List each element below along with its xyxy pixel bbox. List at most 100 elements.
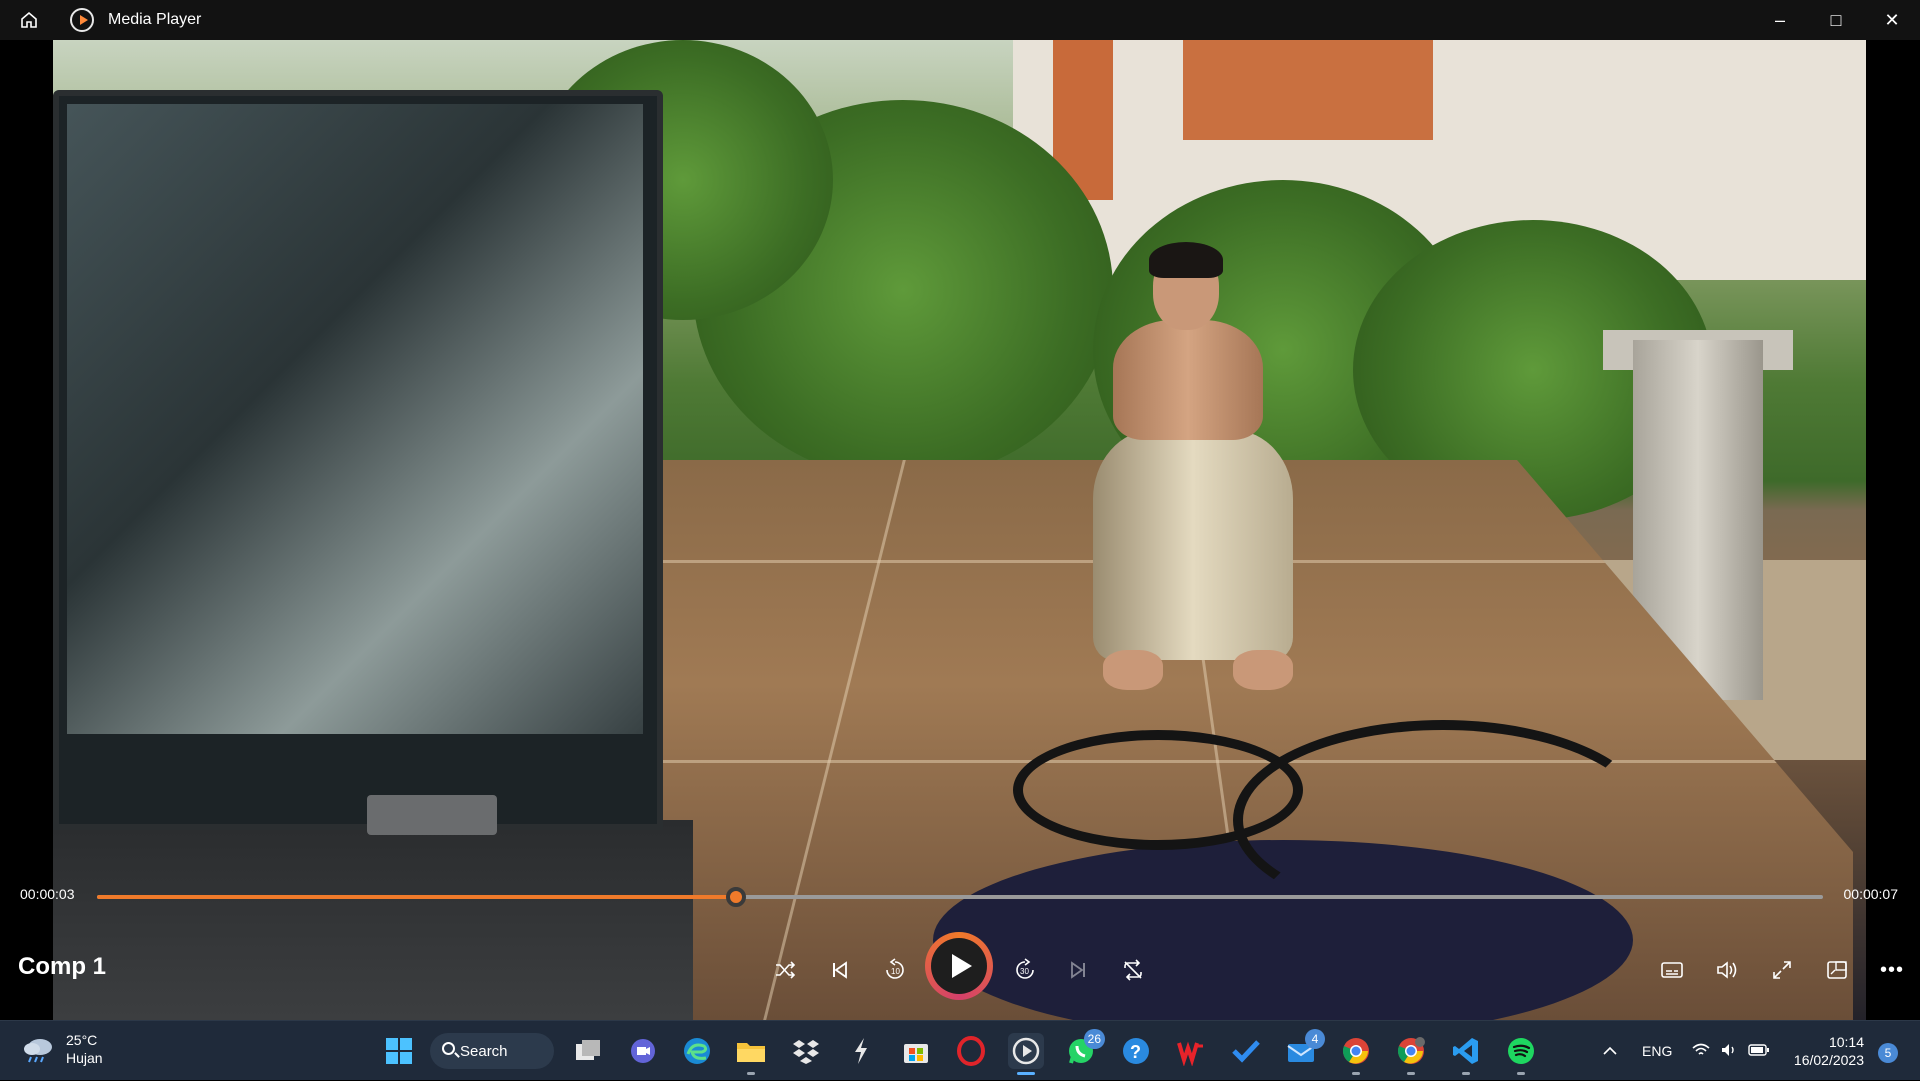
lightning-icon	[855, 1038, 867, 1064]
more-options-button[interactable]: •••	[1872, 950, 1912, 990]
video-laptop-screen	[67, 104, 643, 734]
taskbar-clock[interactable]: 10:14 16/02/2023	[1794, 1033, 1864, 1069]
dropbox-icon	[793, 1040, 819, 1064]
taskbar-app-edge[interactable]	[679, 1033, 715, 1069]
taskbar: 25°C Hujan Search 26 ? 4 ENG 10:14 16/02…	[0, 1020, 1920, 1080]
meet-icon	[631, 1039, 655, 1063]
taskbar-app-chrome[interactable]	[1338, 1033, 1374, 1075]
rewind-10-icon: 10	[886, 958, 904, 979]
repeat-button[interactable]	[1113, 950, 1153, 990]
notification-badge[interactable]: 5	[1878, 1043, 1898, 1063]
captions-button[interactable]	[1652, 950, 1692, 990]
whatsapp-badge: 26	[1083, 1029, 1105, 1049]
seek-bar-thumb[interactable]	[725, 887, 746, 907]
mini-player-button[interactable]	[1817, 950, 1857, 990]
title-bar: Media Player – □ ✕	[0, 0, 1920, 40]
shuffle-button[interactable]	[765, 950, 805, 990]
running-indicator	[747, 1072, 755, 1075]
folder-icon	[737, 1043, 765, 1062]
shuffle-icon	[776, 961, 796, 979]
fullscreen-button[interactable]	[1762, 950, 1802, 990]
system-tray: ENG	[1598, 1021, 1770, 1081]
next-button[interactable]	[1058, 950, 1098, 990]
minimize-button[interactable]: –	[1752, 0, 1808, 40]
play-icon	[951, 954, 972, 978]
taskbar-app-mail[interactable]: 4	[1283, 1029, 1325, 1069]
start-button[interactable]	[381, 1033, 417, 1069]
media-player-icon	[1012, 1037, 1040, 1065]
vscode-icon	[1453, 1038, 1478, 1064]
seek-bar-row: 00:00:03 00:00:07	[0, 874, 1920, 914]
edge-icon	[684, 1038, 710, 1064]
taskbar-app-chrome-profile[interactable]	[1393, 1033, 1429, 1075]
clock-date: 16/02/2023	[1793, 1052, 1864, 1068]
video-wall-panel	[1183, 40, 1433, 140]
repeat-off-icon	[1124, 959, 1142, 981]
weather-condition: Hujan	[66, 1050, 103, 1066]
fullscreen-icon	[1773, 961, 1791, 979]
volume-button[interactable]	[1707, 950, 1747, 990]
media-title: Comp 1	[18, 953, 107, 980]
running-indicator	[1517, 1072, 1525, 1075]
maximize-icon: □	[1830, 9, 1842, 30]
help-icon: ?	[1123, 1038, 1149, 1064]
weather-temperature: 25°C	[66, 1032, 98, 1048]
taskbar-app-spotify[interactable]	[1503, 1033, 1539, 1075]
mail-badge: 4	[1305, 1029, 1325, 1049]
wifi-icon[interactable]	[1692, 1043, 1710, 1060]
forward-30-icon: 30	[1016, 958, 1034, 979]
close-icon: ✕	[1884, 9, 1900, 30]
taskbar-app-task-view[interactable]	[570, 1033, 606, 1069]
taskbar-app-help[interactable]: ?	[1118, 1033, 1154, 1069]
volume-icon	[1717, 961, 1737, 979]
taskbar-app-dropbox[interactable]	[788, 1033, 824, 1069]
video-frame[interactable]	[53, 40, 1866, 1020]
wps-icon	[1177, 1041, 1203, 1066]
taskbar-app-whatsapp[interactable]: 26	[1063, 1029, 1105, 1069]
window-title: Media Player	[108, 11, 202, 28]
minimize-icon: –	[1774, 9, 1785, 30]
active-indicator	[1017, 1072, 1035, 1075]
chevron-up-icon[interactable]	[1598, 1043, 1622, 1059]
home-icon	[21, 11, 37, 28]
mini-player-icon	[1827, 961, 1847, 979]
taskbar-app-media-player[interactable]	[1008, 1033, 1044, 1075]
battery-icon[interactable]	[1748, 1043, 1770, 1059]
home-button[interactable]	[0, 0, 58, 40]
language-indicator[interactable]: ENG	[1642, 1043, 1672, 1059]
search-label: Search	[460, 1042, 508, 1060]
video-3d-character	[1053, 242, 1333, 730]
video-laptop-hinge	[367, 795, 497, 835]
skip-forward-30-button[interactable]: 30	[1005, 950, 1045, 990]
weather-widget[interactable]: 25°C Hujan	[22, 1031, 103, 1067]
taskbar-app-wps[interactable]	[1173, 1033, 1209, 1069]
maximize-button[interactable]: □	[1808, 0, 1864, 40]
seek-bar-progress	[97, 895, 736, 899]
opera-icon	[957, 1036, 985, 1066]
taskbar-app-todo[interactable]	[1228, 1033, 1264, 1069]
play-button[interactable]	[931, 938, 987, 994]
running-indicator	[1352, 1072, 1360, 1075]
close-button[interactable]: ✕	[1864, 0, 1920, 40]
media-player-window: Media Player – □ ✕ 00:00:03 00:00:07 Com…	[0, 0, 1920, 1020]
taskbar-app-vscode[interactable]	[1448, 1033, 1484, 1075]
previous-icon	[833, 961, 847, 979]
seek-bar[interactable]	[97, 887, 1823, 907]
taskbar-app-meet[interactable]	[625, 1033, 661, 1069]
skip-back-10-button[interactable]: 10	[875, 950, 915, 990]
total-time: 00:00:07	[1843, 886, 1899, 902]
speaker-icon[interactable]	[1720, 1042, 1738, 1061]
previous-button[interactable]	[820, 950, 860, 990]
video-laptop	[53, 90, 663, 830]
taskbar-app-opera[interactable]	[953, 1033, 989, 1069]
taskbar-app-file-explorer[interactable]	[733, 1033, 769, 1075]
spotify-icon	[1508, 1038, 1534, 1064]
svg-text:?: ?	[1130, 1042, 1141, 1062]
captions-icon	[1661, 962, 1683, 978]
store-icon	[904, 1044, 928, 1063]
taskbar-search[interactable]: Search	[430, 1033, 554, 1069]
current-time: 00:00:03	[20, 886, 75, 902]
taskbar-app-lightning[interactable]	[843, 1033, 879, 1069]
chrome-icon	[1342, 1038, 1369, 1064]
taskbar-app-store[interactable]	[898, 1033, 934, 1069]
